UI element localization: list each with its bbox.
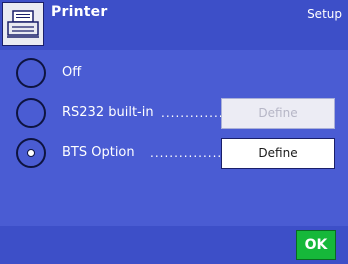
options-panel: Off RS232 built-in .............. Define…	[0, 50, 348, 226]
title-bar: Printer Setup	[0, 0, 348, 50]
option-label: RS232 built-in	[62, 105, 154, 120]
leader-dots: ..............	[161, 106, 229, 120]
define-button-bts[interactable]: Define	[221, 138, 335, 169]
radio-bts[interactable]	[16, 138, 46, 168]
option-off[interactable]: Off	[0, 58, 348, 94]
section-label: Setup	[307, 7, 342, 21]
define-button-rs232[interactable]: Define	[221, 98, 335, 129]
option-label: BTS Option	[62, 145, 135, 160]
radio-off[interactable]	[16, 58, 46, 88]
printer-setup-screen: Printer Setup Off RS232 built-in .......…	[0, 0, 348, 264]
printer-icon	[2, 2, 44, 46]
printer-icon-graphic	[7, 10, 39, 38]
radio-rs232[interactable]	[16, 98, 46, 128]
option-bts[interactable]: BTS Option .................. Define	[0, 138, 348, 174]
footer-bar: OK	[0, 226, 348, 264]
option-label: Off	[62, 65, 82, 80]
page-title: Printer	[51, 4, 108, 20]
ok-button[interactable]: OK	[296, 230, 336, 260]
option-rs232[interactable]: RS232 built-in .............. Define	[0, 98, 348, 134]
